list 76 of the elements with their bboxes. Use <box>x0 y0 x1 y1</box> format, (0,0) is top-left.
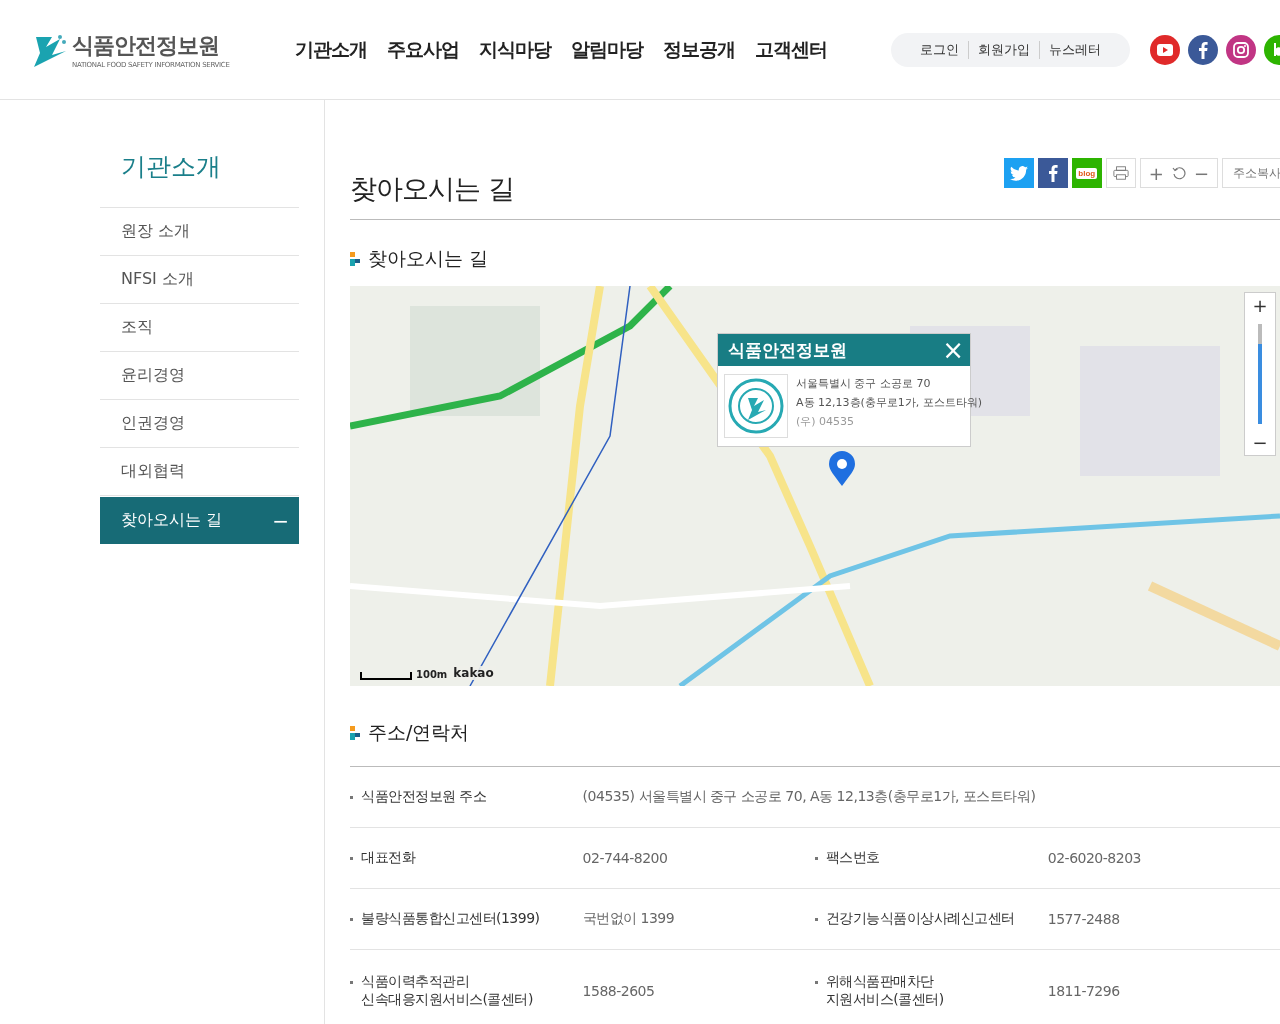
contact-value: (04535) 서울특별시 중구 소공로 70, A동 12,13층(충무로1가, 포스트타워) <box>582 788 1036 804</box>
nav-link[interactable]: 정보공개 <box>663 36 735 63</box>
map-zoom-in-button[interactable]: + <box>1250 293 1270 318</box>
sidebar-item[interactable]: 조직 <box>100 304 299 352</box>
nav-link[interactable]: 지식마당 <box>479 36 551 63</box>
logo-icon <box>32 32 68 67</box>
contact-label: 팩스번호 <box>825 849 880 867</box>
sidebar-item[interactable]: 원장 소개 <box>100 208 299 256</box>
instagram-link[interactable] <box>1226 34 1256 65</box>
twitter-share-button[interactable] <box>1003 158 1034 188</box>
blog-share-button[interactable]: blog <box>1071 158 1102 188</box>
sidebar-item[interactable]: 찾아오시는 길 − <box>100 497 299 544</box>
zoom-slider[interactable] <box>1258 324 1262 424</box>
heading-marker-icon <box>350 252 360 266</box>
facebook-link[interactable] <box>1188 34 1218 65</box>
play-icon <box>1157 43 1173 56</box>
nav-link[interactable]: 주요사업 <box>387 36 459 63</box>
contact-value: 02-744-8200 <box>582 850 668 866</box>
contact-value: 1811-7296 <box>1047 983 1120 999</box>
reset-icon[interactable] <box>1171 166 1186 180</box>
contact-value: 1588-2605 <box>582 983 655 999</box>
contact-label: 식품안전정보원 주소 <box>361 788 487 806</box>
contact-label: 대표전화 <box>361 849 415 867</box>
nav-link[interactable]: 고객센터 <box>755 36 827 63</box>
sidebar-title: 기관소개 <box>100 150 299 208</box>
location-pin-icon <box>828 451 856 487</box>
heading-marker-icon <box>350 726 360 740</box>
emblem-icon <box>728 378 784 434</box>
printer-icon <box>1112 165 1129 181</box>
section-heading: 주소/연락처 <box>368 720 470 745</box>
camera-icon <box>1233 41 1249 58</box>
nav-link[interactable]: 알림마당 <box>571 36 643 63</box>
zoom-in-button[interactable]: + <box>1148 162 1164 184</box>
map[interactable]: 식품안전정보원 × 서울특별시 중구 소공로 70 A동 12,13층(충무로1가, 포스트타워) (우) 04535 100m kakao + − <box>350 286 1280 686</box>
popup-address: A동 12,13층(충무로1가, 포스트타워) <box>796 395 983 411</box>
sidebar-item[interactable]: 윤리경영 <box>100 352 299 400</box>
contact-value: 국번없이 1399 <box>582 910 675 926</box>
map-brand: kakao <box>451 666 496 680</box>
bullet-icon <box>814 981 818 984</box>
contact-label: 위해식품판매차단 지원서비스(콜센터) <box>825 973 944 1009</box>
facebook-icon <box>1198 40 1208 59</box>
utility-link[interactable]: 로그인 <box>911 40 968 59</box>
bullet-icon <box>814 857 818 860</box>
contact-label: 건강기능식품이상사례신고센터 <box>825 910 1015 928</box>
popup-title: 식품안전정보원 <box>728 338 847 362</box>
bullet-icon <box>350 918 353 921</box>
bullet-icon <box>350 796 353 799</box>
popup-address: 서울특별시 중구 소공로 70 <box>796 376 932 392</box>
sidebar-item[interactable]: 대외협력 <box>100 448 299 496</box>
utility-link[interactable]: 뉴스레터 <box>1039 40 1110 59</box>
bird-icon <box>1009 165 1028 181</box>
section-heading: 찾아오시는 길 <box>368 246 489 271</box>
contact-label: 식품이력추적관리 신속대응지원서비스(콜센터) <box>361 973 533 1009</box>
facebook-share-button[interactable] <box>1037 158 1068 188</box>
contact-value: 02-6020-8203 <box>1047 850 1141 866</box>
contact-value: 1577-2488 <box>1047 911 1120 927</box>
bullet-icon <box>814 918 818 921</box>
scale-label: 100m <box>416 669 448 680</box>
zoom-out-button[interactable]: − <box>1193 162 1209 184</box>
map-zoom-out-button[interactable]: − <box>1250 430 1270 455</box>
close-button[interactable]: × <box>942 337 964 363</box>
page-title: 찾아오시는 길 <box>350 172 514 206</box>
bullet-icon <box>350 981 353 984</box>
nav-link[interactable]: 기관소개 <box>295 36 367 63</box>
logo-title: 식품안전정보원 <box>72 31 220 60</box>
scale-bar <box>360 672 412 680</box>
bullet-icon <box>350 857 353 860</box>
contact-label: 불량식품통합신고센터(1399) <box>361 910 540 928</box>
sidebar-item[interactable]: NFSI 소개 <box>100 256 299 304</box>
sidebar-item[interactable]: 인권경영 <box>100 400 299 448</box>
facebook-icon <box>1047 164 1058 182</box>
youtube-link[interactable] <box>1150 34 1180 65</box>
utility-link[interactable]: 회원가입 <box>968 40 1039 59</box>
copy-url-button[interactable]: 주소복사 <box>1222 158 1280 188</box>
popup-postal-code: (우) 04535 <box>796 414 856 430</box>
print-button[interactable] <box>1105 158 1136 188</box>
